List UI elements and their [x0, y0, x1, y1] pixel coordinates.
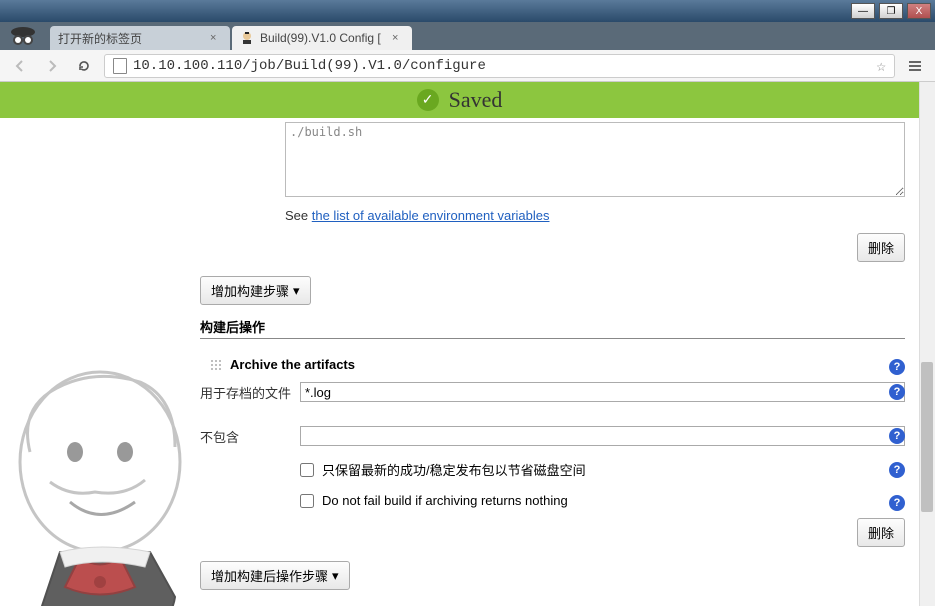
delete-post-build-button[interactable]: 删除: [857, 518, 905, 547]
check-icon: ✓: [417, 89, 439, 111]
help-icon[interactable]: ?: [889, 359, 905, 375]
jenkins-favicon-icon: [240, 31, 254, 45]
excludes-input[interactable]: [300, 426, 905, 446]
keep-latest-checkbox[interactable]: [300, 463, 314, 477]
browser-tabstrip: 打开新的标签页 × Build(99).V1.0 Config [ ×: [0, 22, 935, 50]
window-close-button[interactable]: X: [907, 3, 931, 19]
page-viewport: Jenkins › Build(99).V1.0 › 配置 ✓ Saved ./…: [0, 82, 935, 606]
nav-back-button[interactable]: [8, 54, 32, 78]
shell-command-textarea[interactable]: ./build.sh: [285, 122, 905, 197]
no-fail-checkbox[interactable]: [300, 494, 314, 508]
browser-tab-1[interactable]: Build(99).V1.0 Config [ ×: [232, 26, 412, 50]
vertical-scrollbar[interactable]: [919, 82, 935, 606]
tab-close-icon[interactable]: ×: [210, 32, 222, 44]
help-icon[interactable]: ?: [889, 428, 905, 444]
jenkins-logo-icon: [0, 352, 230, 606]
excludes-label: 不包含: [200, 427, 292, 446]
drag-handle-icon[interactable]: [210, 359, 222, 371]
browser-menu-button[interactable]: [903, 54, 927, 78]
keep-latest-label: 只保留最新的成功/稳定发布包以节省磁盘空间: [322, 460, 586, 479]
files-to-archive-input[interactable]: [300, 382, 905, 402]
browser-toolbar: 10.10.100.110/job/Build(99).V1.0/configu…: [0, 50, 935, 82]
help-icon[interactable]: ?: [889, 495, 905, 511]
chevron-down-icon: ▾: [332, 568, 339, 584]
url-text: 10.10.100.110/job/Build(99).V1.0/configu…: [133, 58, 486, 74]
add-post-build-dropdown[interactable]: 增加构建后操作步骤 ▾: [200, 561, 350, 590]
tab-close-icon[interactable]: ×: [392, 32, 404, 44]
env-vars-link[interactable]: the list of available environment variab…: [312, 208, 550, 223]
post-build-section-header: 构建后操作: [200, 317, 905, 339]
config-form: ./build.sh See the list of available env…: [200, 122, 905, 606]
saved-notification: ✓ Saved: [0, 82, 919, 118]
scrollbar-thumb[interactable]: [921, 362, 933, 512]
bookmark-star-icon[interactable]: ☆: [876, 56, 886, 76]
page-icon: [113, 58, 127, 74]
nav-forward-button[interactable]: [40, 54, 64, 78]
tab-title: 打开新的标签页: [58, 30, 204, 47]
window-maximize-button[interactable]: ❐: [879, 3, 903, 19]
help-icon[interactable]: ?: [889, 462, 905, 478]
incognito-icon: [8, 22, 38, 50]
archive-artifacts-title: Archive the artifacts: [230, 357, 355, 372]
window-minimize-button[interactable]: —: [851, 3, 875, 19]
tab-title: Build(99).V1.0 Config [: [260, 31, 386, 45]
window-titlebar: — ❐ X: [0, 0, 935, 22]
nav-reload-button[interactable]: [72, 54, 96, 78]
delete-build-step-button[interactable]: 删除: [857, 233, 905, 262]
env-vars-hint: See the list of available environment va…: [285, 208, 905, 223]
help-icon[interactable]: ?: [889, 384, 905, 400]
browser-tab-0[interactable]: 打开新的标签页 ×: [50, 26, 230, 50]
no-fail-label: Do not fail build if archiving returns n…: [322, 493, 568, 508]
saved-label: Saved: [449, 87, 503, 113]
files-to-archive-label: 用于存档的文件: [200, 383, 292, 402]
chevron-down-icon: ▾: [293, 283, 300, 299]
add-build-step-dropdown[interactable]: 增加构建步骤 ▾: [200, 276, 311, 305]
address-bar[interactable]: 10.10.100.110/job/Build(99).V1.0/configu…: [104, 54, 895, 78]
